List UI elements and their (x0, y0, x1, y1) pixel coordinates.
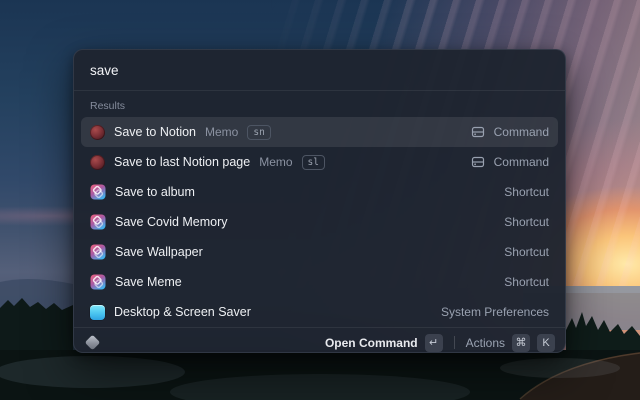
raycast-diamond-icon[interactable] (85, 335, 101, 351)
result-type: System Preferences (441, 305, 549, 319)
result-row-save-to-album[interactable]: Save to album Shortcut (81, 177, 558, 207)
return-key-icon: ↵ (425, 334, 443, 352)
result-row-save-wallpaper[interactable]: Save Wallpaper Shortcut (81, 237, 558, 267)
result-type: Shortcut (504, 245, 549, 259)
result-title: Save Meme (115, 275, 182, 289)
result-row-save-covid-memory[interactable]: Save Covid Memory Shortcut (81, 207, 558, 237)
command-key-icon: ⌘ (512, 334, 530, 352)
desktop-preferences-icon (90, 305, 105, 320)
search-input[interactable] (90, 63, 549, 78)
memo-icon (90, 155, 105, 170)
result-title: Save to Notion (114, 125, 196, 139)
shortcuts-icon (90, 244, 106, 260)
result-title: Save to album (115, 185, 195, 199)
result-row-desktop-screen-saver[interactable]: Desktop & Screen Saver System Preference… (81, 297, 558, 327)
k-key-icon: K (537, 334, 555, 352)
results-list: Save to Notion Memo sn Command Save to l… (74, 117, 565, 327)
results-section-label: Results (74, 91, 565, 117)
result-type: Shortcut (504, 275, 549, 289)
open-command-button[interactable]: Open Command ↵ (325, 334, 443, 352)
shortcuts-icon (90, 214, 106, 230)
memo-icon (90, 125, 105, 140)
actions-button[interactable]: Actions ⌘ K (466, 334, 555, 352)
footer-bar: Open Command ↵ Actions ⌘ K (74, 327, 565, 357)
result-title: Save Wallpaper (115, 245, 203, 259)
result-subtitle: Memo (205, 125, 238, 139)
result-type: Command (494, 125, 549, 139)
command-glyph-icon (471, 125, 485, 139)
result-type: Command (494, 155, 549, 169)
result-type: Shortcut (504, 215, 549, 229)
result-row-save-to-notion[interactable]: Save to Notion Memo sn Command (81, 117, 558, 147)
launcher-window: Results Save to Notion Memo sn Command S… (73, 49, 566, 353)
alias-badge: sn (247, 125, 270, 140)
result-row-save-meme[interactable]: Save Meme Shortcut (81, 267, 558, 297)
shortcuts-icon (90, 184, 106, 200)
actions-label: Actions (466, 336, 505, 350)
alias-badge: sl (302, 155, 325, 170)
result-row-save-to-last-notion-page[interactable]: Save to last Notion page Memo sl Command (81, 147, 558, 177)
result-title: Save Covid Memory (115, 215, 228, 229)
open-command-label: Open Command (325, 336, 418, 350)
command-glyph-icon (471, 155, 485, 169)
result-title: Desktop & Screen Saver (114, 305, 251, 319)
footer-divider (454, 336, 455, 349)
shortcuts-icon (90, 274, 106, 290)
search-bar (74, 50, 565, 91)
result-title: Save to last Notion page (114, 155, 250, 169)
result-type: Shortcut (504, 185, 549, 199)
result-subtitle: Memo (259, 155, 292, 169)
